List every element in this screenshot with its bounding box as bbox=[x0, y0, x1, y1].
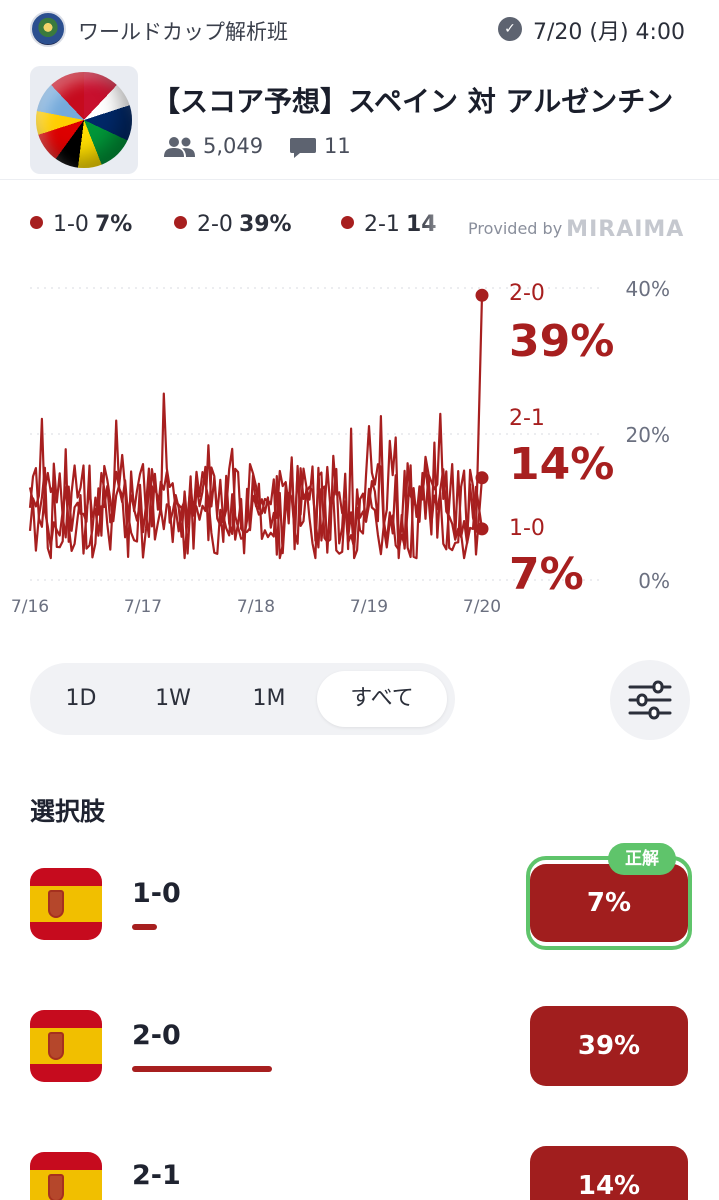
line-chart: 40% 20% 0% 7/16 7/17 7/18 7/19 7/20 2-0 39% 2-1 14%… bbox=[0, 262, 719, 622]
spain-flag-icon bbox=[30, 1152, 102, 1200]
datetime: 7/20 (月) 4:00 bbox=[533, 20, 685, 45]
option-percent-button[interactable]: 39% bbox=[530, 1006, 688, 1086]
provider-brand: MIRAIMA bbox=[566, 217, 685, 242]
y-tick-label: 0% bbox=[638, 569, 670, 593]
spain-flag-icon bbox=[30, 1010, 102, 1082]
options-section-title: 選択肢 bbox=[30, 797, 106, 826]
tab-1w[interactable]: 1W bbox=[130, 671, 216, 727]
option-share-bar bbox=[132, 924, 157, 930]
comment-icon bbox=[290, 138, 316, 158]
y-tick-label: 20% bbox=[626, 423, 670, 447]
y-tick-label: 40% bbox=[626, 277, 670, 301]
option-label: 2-1 bbox=[132, 1160, 181, 1191]
series-end-point bbox=[475, 471, 489, 485]
tab-1d[interactable]: 1D bbox=[38, 671, 124, 727]
series-end-point bbox=[475, 288, 489, 302]
x-tick-label: 7/19 bbox=[350, 597, 388, 617]
series-name-label: 1-0 bbox=[509, 516, 545, 541]
correct-badge: 正解 bbox=[608, 843, 676, 875]
series-value-label: 14% bbox=[509, 439, 614, 490]
option-percent-button[interactable]: 14% bbox=[530, 1146, 688, 1200]
legend-item: 2-0 39% bbox=[174, 212, 292, 237]
page-title: 【スコア予想】スペイン 対 アルゼンチン bbox=[152, 85, 674, 118]
tab-all[interactable]: すべて bbox=[317, 671, 447, 727]
option-share-bar bbox=[132, 1066, 272, 1072]
series-name-label: 2-0 bbox=[509, 281, 545, 306]
soccer-ball-image bbox=[30, 66, 138, 174]
x-tick-label: 7/20 bbox=[463, 597, 501, 617]
filter-button[interactable] bbox=[610, 660, 690, 740]
x-tick-label: 7/16 bbox=[11, 597, 49, 617]
check-circle-icon: ✓ bbox=[498, 17, 522, 41]
x-tick-label: 7/18 bbox=[237, 597, 275, 617]
chart-svg: 40% 20% 0% 7/16 7/17 7/18 7/19 7/20 2-0 39% 2-1 14%… bbox=[11, 277, 670, 617]
series-value-label: 39% bbox=[509, 316, 614, 367]
people-icon bbox=[164, 137, 195, 157]
series-value-label: 7% bbox=[509, 549, 584, 600]
series-end-point bbox=[475, 522, 489, 536]
option-label: 2-0 bbox=[132, 1020, 181, 1051]
tab-1m[interactable]: 1M bbox=[226, 671, 312, 727]
group-name[interactable]: ワールドカップ解析班 bbox=[78, 16, 288, 46]
participant-count: 5,049 bbox=[203, 134, 264, 158]
chart-legend: 1-07% 2-039% 2-114 Provided byMIRAIMA bbox=[0, 206, 719, 246]
option-percent-button[interactable]: 7% bbox=[530, 864, 688, 942]
top-bar: ワールドカップ解析班 ✓ 7/20 (月) 4:00 bbox=[0, 0, 719, 60]
legend-item: 1-0 7% bbox=[30, 212, 132, 237]
range-selector: 1D 1W 1M すべて bbox=[30, 663, 455, 735]
question-card: 【スコア予想】スペイン 対 アルゼンチン 5,049 11 bbox=[0, 62, 719, 180]
option-label: 1-0 bbox=[132, 878, 181, 909]
sliders-icon bbox=[628, 680, 672, 720]
group-avatar[interactable] bbox=[30, 11, 66, 47]
comment-count: 11 bbox=[324, 134, 351, 158]
spain-flag-icon bbox=[30, 868, 102, 940]
provider-credit: Provided by MIRAIMA bbox=[468, 217, 685, 242]
series-name-label: 2-1 bbox=[509, 406, 545, 431]
x-tick-label: 7/17 bbox=[124, 597, 162, 617]
